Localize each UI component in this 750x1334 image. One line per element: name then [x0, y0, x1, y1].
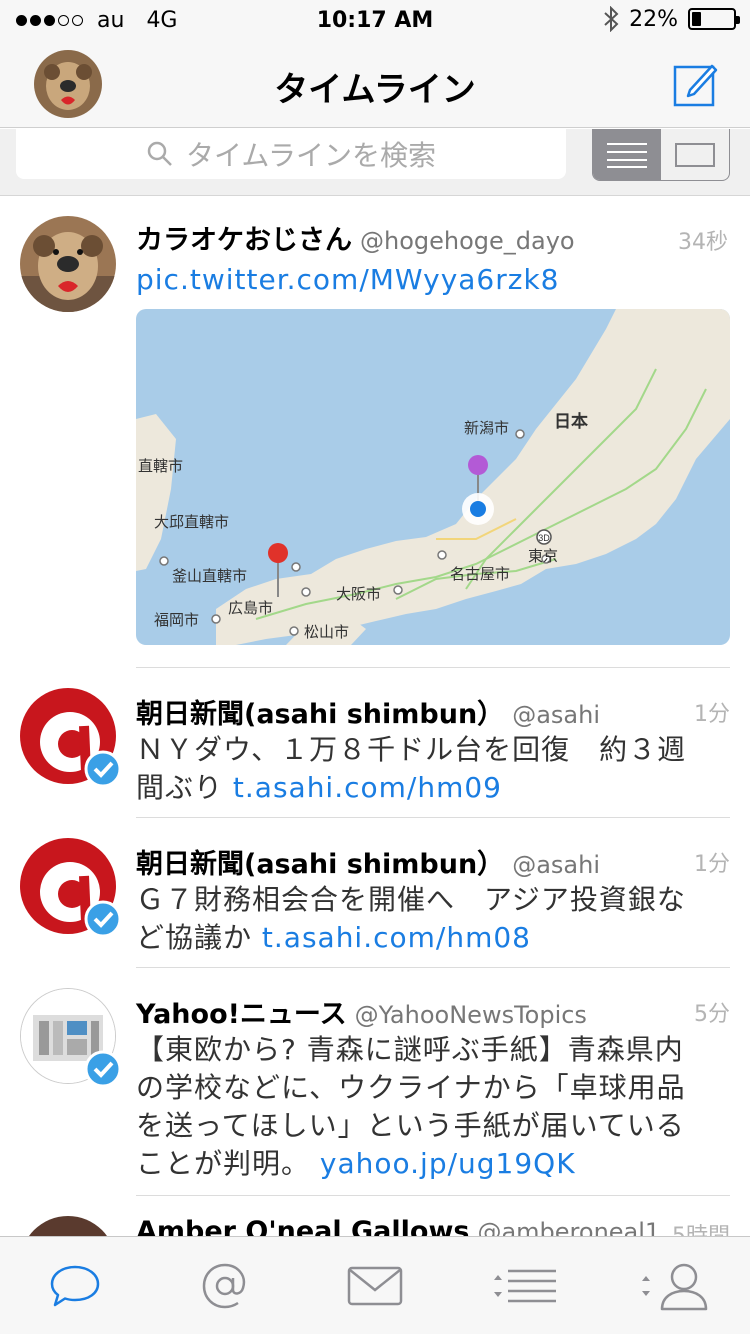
compact-list-icon: [607, 142, 647, 168]
map-label: 大阪市: [336, 586, 381, 603]
tab-mentions[interactable]: [150, 1237, 300, 1334]
envelope-icon: [347, 1266, 403, 1305]
tweet[interactable]: 朝日新聞(asahi shimbun） @asahi 1分 Ｇ７財務相会合を開催…: [20, 818, 730, 968]
author-handle: @asahi: [512, 851, 600, 879]
tweet[interactable]: カラオケおじさん @hogehoge_dayo 34秒 pic.twitter.…: [0, 196, 750, 668]
verified-badge-icon: [84, 900, 122, 938]
tweet-link[interactable]: pic.twitter.com/MWyya6rzk8: [136, 263, 559, 296]
battery-icon: [688, 8, 740, 30]
card-view-icon: [675, 142, 715, 167]
verified-badge-icon: [84, 1050, 122, 1088]
map-label: 東京: [528, 548, 558, 565]
tweet-link[interactable]: yahoo.jp/ug19QK: [320, 1147, 576, 1180]
avatar[interactable]: [20, 688, 122, 788]
tweet-time: 34秒: [678, 230, 728, 255]
person-icon: [642, 1263, 708, 1310]
tab-profile[interactable]: [600, 1237, 750, 1334]
at-sign-icon: [202, 1263, 246, 1308]
tweet[interactable]: 朝日新聞(asahi shimbun） @asahi 1分 ＮＹダウ、１万８千ド…: [20, 668, 730, 818]
search-input[interactable]: タイムラインを検索: [16, 129, 566, 179]
tweet-link[interactable]: t.asahi.com/hm08: [262, 921, 531, 954]
battery-percent: 22%: [629, 6, 678, 32]
map-label: 福岡市: [154, 612, 199, 629]
tweet-text: Ｇ７財務相会合を開催へ アジア投資銀など協議か t.asahi.com/hm08: [136, 881, 710, 957]
tweet-text: ＮＹダウ、１万８千ドル台を回復 約３週間ぶり t.asahi.com/hm09: [136, 731, 710, 807]
list-icon: [494, 1269, 556, 1302]
tweet[interactable]: Yahoo!ニュース @YahooNewsTopics 5分 【東欧から? 青森…: [20, 968, 730, 1196]
status-bar: au 4G 10:17 AM 22%: [0, 0, 750, 40]
avatar[interactable]: [20, 216, 116, 312]
bluetooth-icon: [604, 6, 619, 32]
author-name[interactable]: 朝日新聞(asahi shimbun）: [136, 692, 504, 731]
tab-timeline[interactable]: [0, 1237, 150, 1334]
map-label: 新潟市: [464, 420, 509, 437]
tweet-header: カラオケおじさん @hogehoge_dayo: [136, 218, 750, 257]
tab-lists[interactable]: [450, 1237, 600, 1334]
navigation-bar: タイムライン: [0, 40, 750, 128]
list-view-button[interactable]: [593, 129, 661, 180]
map-label: 名古屋市: [450, 566, 510, 583]
tweet-text: 【東欧から? 青森に謎呼ぶ手紙】青森県内の学校などに、ウクライナから「卓球用品を…: [136, 1031, 710, 1183]
tab-messages[interactable]: [300, 1237, 450, 1334]
author-handle: @hogehoge_dayo: [360, 227, 575, 255]
author-name[interactable]: Yahoo!ニュース: [136, 992, 347, 1031]
status-right: 22%: [603, 6, 740, 32]
tweet[interactable]: Amber O'neal Gallows @amberoneal1 5時間: [20, 1196, 730, 1236]
avatar[interactable]: [20, 1216, 116, 1236]
tab-bar: [0, 1236, 750, 1334]
avatar[interactable]: [20, 988, 122, 1088]
map-label: 日本: [554, 411, 588, 431]
author-handle: @asahi: [512, 701, 600, 729]
map-preview[interactable]: 3D 日本 新潟市 直轄市 大邱直轄市 釜山直轄市 広島市 福岡市 松山市 大阪…: [136, 309, 730, 645]
map-label: 広島市: [228, 600, 273, 617]
tweet-time: 5時間: [672, 1218, 730, 1236]
speech-bubble-icon: [50, 1265, 100, 1306]
page-title: タイムライン: [274, 70, 476, 110]
timeline: カラオケおじさん @hogehoge_dayo 34秒 pic.twitter.…: [0, 196, 750, 1236]
compose-icon[interactable]: [672, 60, 720, 108]
map-label: 大邱直轄市: [154, 514, 229, 531]
author-name[interactable]: Amber O'neal Gallows: [136, 1216, 469, 1236]
tweet-time: 1分: [694, 852, 730, 877]
search-icon: [147, 141, 172, 166]
map-label: 松山市: [304, 624, 349, 641]
tweet-time: 1分: [694, 702, 730, 727]
avatar[interactable]: [20, 838, 122, 938]
map-label: 直轄市: [138, 458, 183, 475]
view-mode-segmented-control: [592, 129, 730, 181]
author-handle: @YahooNewsTopics: [354, 1001, 587, 1029]
author-name[interactable]: 朝日新聞(asahi shimbun）: [136, 842, 504, 881]
card-view-button[interactable]: [661, 129, 729, 180]
map-label-3d: 3D: [538, 533, 550, 543]
author-handle: @amberoneal1: [477, 1218, 661, 1236]
author-name[interactable]: カラオケおじさん: [136, 218, 352, 257]
verified-badge-icon: [84, 750, 122, 788]
search-placeholder: タイムラインを検索: [185, 139, 437, 172]
tweet-time: 5分: [694, 1002, 730, 1027]
map-label: 釜山直轄市: [172, 568, 247, 585]
battery-fill: [692, 12, 701, 26]
tweet-link[interactable]: t.asahi.com/hm09: [233, 771, 502, 804]
search-area: タイムラインを検索: [0, 129, 750, 196]
